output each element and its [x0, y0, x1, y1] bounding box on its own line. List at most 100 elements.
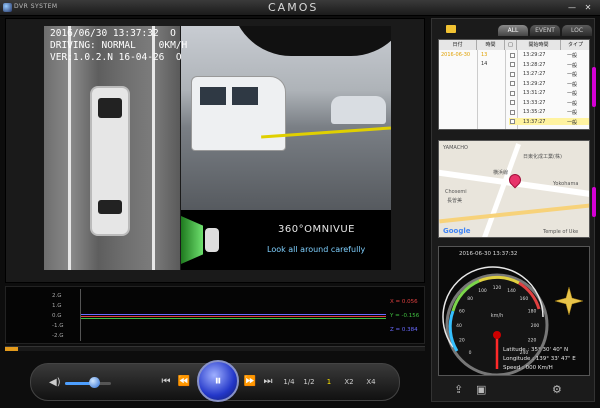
column-hour[interactable]: 時間: [477, 40, 505, 50]
gps-map[interactable]: YAMACHO 日東化成工業(株) Chosemi 長曽美 Yokohama 横…: [438, 140, 590, 238]
row-type[interactable]: 一般: [567, 119, 577, 126]
map-road: [482, 143, 521, 237]
gauge-tick-label: 60: [459, 309, 465, 315]
compass-icon: [554, 286, 584, 316]
white-van: [191, 76, 286, 151]
column-divider: [505, 50, 506, 129]
g-axis-label: -2.G: [52, 333, 64, 339]
row-type[interactable]: 一般: [567, 90, 577, 97]
minimize-button[interactable]: —: [566, 2, 578, 13]
speed-x2[interactable]: X2: [341, 378, 357, 386]
windshield: [98, 98, 122, 118]
row-start-time[interactable]: 13:29:27: [523, 52, 545, 58]
settings-gear-icon[interactable]: ⚙: [552, 383, 562, 396]
g-axis-label: 0.G: [52, 313, 62, 319]
tab-event[interactable]: EVENT: [530, 25, 560, 36]
gauge-tick-label: 180: [528, 309, 537, 315]
play-pause-button[interactable]: ⏸: [197, 360, 239, 402]
front-camera-view[interactable]: [181, 26, 391, 210]
gauge-tick-label: 120: [493, 285, 502, 291]
row-start-time[interactable]: 13:27:27: [523, 71, 545, 77]
overlay-driving-status: DRIVING: NORMAL 0KM/H: [50, 40, 188, 51]
brand-title: CAMOS: [268, 1, 319, 14]
row-checkbox[interactable]: [510, 109, 515, 115]
rewind-button[interactable]: ⏪: [177, 376, 191, 387]
z-readout: Z = 0.384: [390, 327, 418, 333]
column-divider: [477, 50, 478, 129]
row-type[interactable]: 一般: [567, 81, 577, 88]
gauge-tick-label: 100: [478, 288, 487, 294]
row-checkbox[interactable]: [510, 100, 515, 105]
gauge-tick-label: 160: [520, 296, 529, 302]
camera-roof-edge: [231, 26, 391, 56]
row-type[interactable]: 一般: [567, 71, 577, 78]
row-start-time[interactable]: 13:37:27: [523, 119, 545, 125]
column-date[interactable]: 日付: [439, 40, 477, 50]
row-start-time[interactable]: 13:31:27: [523, 90, 545, 96]
row-checkbox[interactable]: [510, 62, 515, 67]
tab-all[interactable]: ALL: [498, 25, 528, 36]
overlay-datetime: 2016/06/30 13:37:32 O: [50, 28, 176, 39]
map-label: YAMACHO: [443, 145, 468, 151]
list-hour[interactable]: 14: [481, 61, 487, 67]
map-label: Temple of Uke: [543, 229, 579, 235]
speed-x4[interactable]: X4: [363, 378, 379, 386]
row-type[interactable]: 一般: [567, 62, 577, 69]
app-icon: [3, 3, 12, 12]
z-series-line: [81, 314, 386, 315]
gauge-speed: Speed : 000 Km/H: [503, 365, 553, 371]
backup-icon[interactable]: ▣: [476, 383, 486, 396]
playback-progress-bar[interactable]: [5, 346, 425, 351]
row-type[interactable]: 一般: [567, 109, 577, 116]
progress-fill: [5, 347, 18, 351]
row-checkbox[interactable]: [510, 81, 515, 86]
row-type[interactable]: 一般: [567, 100, 577, 107]
speed-normal[interactable]: 1: [321, 378, 337, 386]
row-start-time[interactable]: 13:28:27: [523, 62, 545, 68]
close-button[interactable]: ✕: [582, 2, 594, 13]
prev-file-button[interactable]: ⏮: [159, 376, 173, 387]
volume-knob[interactable]: [88, 377, 100, 388]
omnivue-logo: 360°OMNIVUE: [278, 224, 355, 235]
column-type[interactable]: タイプ: [561, 40, 589, 50]
omnivue-banner: 360°OMNIVUE Look all around carefully: [181, 210, 391, 270]
export-icon[interactable]: ⇪: [454, 383, 463, 396]
row-checkbox[interactable]: [510, 71, 515, 77]
omnivue-tagline: Look all around carefully: [267, 245, 366, 254]
speed-quarter[interactable]: 1/4: [281, 378, 297, 386]
selected-row-highlight: [509, 117, 589, 125]
gauge-unit: km/h: [491, 313, 504, 319]
gauge-tick-label: 80: [467, 296, 473, 302]
list-scrollbar[interactable]: [592, 67, 596, 107]
gauge-tick-label: 140: [507, 288, 516, 294]
map-scrollbar[interactable]: [592, 187, 596, 217]
file-list[interactable]: 日付 時間 □ 開始時間 タイプ 2016-06-30 13 14 13:29:…: [438, 39, 590, 130]
list-hour[interactable]: 13: [481, 52, 487, 58]
column-start-time[interactable]: 開始時間: [517, 40, 561, 50]
row-start-time[interactable]: 13:35:27: [523, 109, 545, 115]
map-label: 日東化成工業(株): [523, 154, 562, 160]
next-file-button[interactable]: ⏭: [261, 376, 275, 387]
y-series-line: [81, 318, 386, 319]
overlay-version: VER:1.0.2.N 16-04-26 O: [50, 52, 182, 63]
speed-half[interactable]: 1/2: [301, 378, 317, 386]
row-checkbox[interactable]: [510, 119, 515, 124]
gauge-tick-label: 0: [469, 350, 472, 356]
row-start-time[interactable]: 13:29:27: [523, 81, 545, 87]
map-highway: [439, 202, 589, 224]
list-date[interactable]: 2016-06-30: [441, 52, 470, 58]
fast-forward-button[interactable]: ⏩: [243, 376, 257, 387]
map-label: 横浜線: [493, 170, 509, 176]
folder-icon[interactable]: [446, 25, 456, 33]
app-label: DVR SYSTEM: [14, 3, 58, 10]
g-axis-label: 1.G: [52, 303, 62, 309]
row-checkbox[interactable]: [510, 52, 515, 58]
row-type[interactable]: 一般: [567, 52, 577, 59]
volume-icon[interactable]: ◀): [49, 377, 61, 388]
google-logo: Google: [443, 227, 471, 235]
column-check[interactable]: □: [505, 40, 517, 50]
map-label: 長曽美: [447, 198, 463, 204]
row-checkbox[interactable]: [510, 90, 515, 96]
tab-loc[interactable]: LOC: [562, 25, 592, 36]
row-start-time[interactable]: 13:33:27: [523, 100, 545, 106]
